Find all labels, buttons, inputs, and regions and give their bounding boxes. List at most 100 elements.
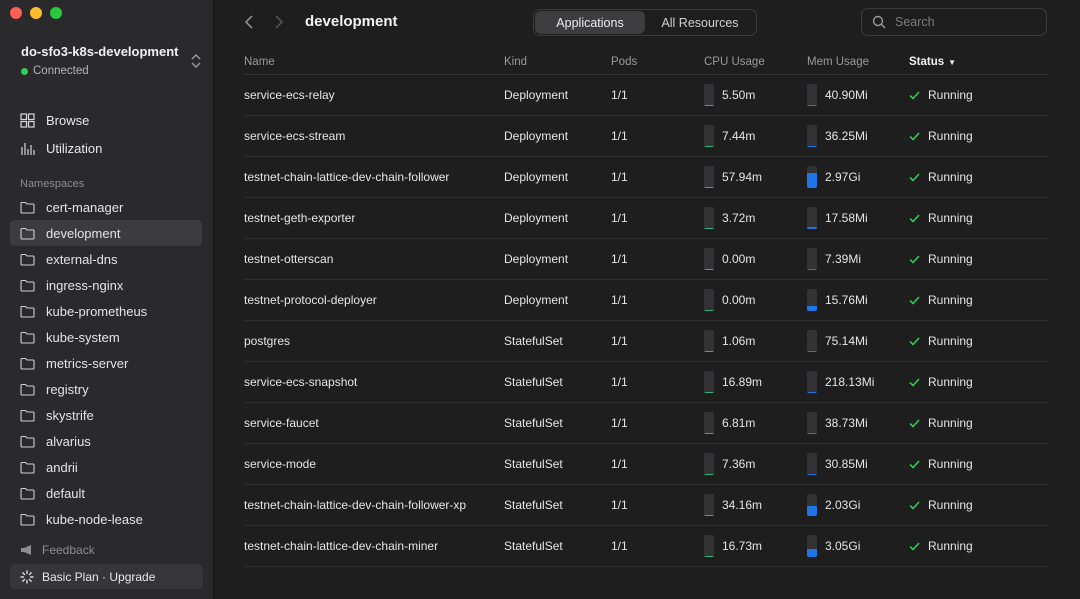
table-row[interactable]: testnet-chain-lattice-dev-chain-miner Sta… (244, 526, 1048, 567)
mem-usage-cell: 17.58Mi (807, 207, 909, 229)
mem-value: 3.05Gi (825, 539, 861, 553)
namespace-item-registry[interactable]: registry (10, 376, 202, 402)
app-name: testnet-geth-exporter (244, 211, 356, 225)
tab-all-resources[interactable]: All Resources (645, 11, 755, 34)
status-label: Running (928, 129, 973, 143)
minimize-window-button[interactable] (30, 7, 42, 19)
sidebar-item-browse[interactable]: Browse (20, 113, 89, 128)
namespace-item-kube-node-lease[interactable]: kube-node-lease (10, 506, 202, 532)
table-row[interactable]: testnet-chain-lattice-dev-chain-follower… (244, 485, 1048, 526)
namespace-item-metrics-server[interactable]: metrics-server (10, 350, 202, 376)
mem-value: 40.90Mi (825, 88, 868, 102)
cpu-usage-cell: 57.94m (704, 166, 807, 188)
status-label: Running (928, 498, 973, 512)
namespaces-header: Namespaces (20, 178, 85, 190)
column-header-kind[interactable]: Kind (504, 56, 611, 68)
app-name: testnet-protocol-deployer (244, 293, 377, 307)
mem-value: 2.03Gi (825, 498, 861, 512)
feedback-link[interactable]: Feedback (20, 543, 95, 557)
table-row[interactable]: postgres StatefulSet 1/1 1.06m 75.14Mi Runnin… (244, 321, 1048, 362)
cluster-selector[interactable]: do-sfo3-k8s-development Connected (21, 44, 206, 77)
cpu-meter-fill (704, 227, 714, 229)
column-header-status-label: Status (909, 56, 945, 68)
namespace-label: alvarius (46, 433, 91, 449)
mem-usage-cell: 3.05Gi (807, 535, 909, 557)
applications-table: Name Kind Pods CPU Usage Mem Usage Statu… (244, 50, 1048, 567)
mem-meter-fill (807, 432, 817, 434)
cpu-usage-cell: 0.00m (704, 248, 807, 270)
column-header-status[interactable]: Status ▼ (909, 56, 1048, 68)
table-row[interactable]: testnet-chain-lattice-dev-chain-follower… (244, 157, 1048, 198)
status-label: Running (928, 88, 973, 102)
mem-meter (807, 412, 817, 434)
zoom-window-button[interactable] (50, 7, 62, 19)
app-pods: 1/1 (611, 88, 628, 102)
namespace-item-cert-manager[interactable]: cert-manager (10, 194, 202, 220)
table-row[interactable]: service-faucet StatefulSet 1/1 6.81m 38.73Mi… (244, 403, 1048, 444)
column-header-name[interactable]: Name (244, 56, 504, 68)
folder-icon (20, 227, 35, 240)
namespace-item-default[interactable]: default (10, 480, 202, 506)
table-row[interactable]: testnet-otterscan Deployment 1/1 0.00m 7.39M… (244, 239, 1048, 280)
app-kind: StatefulSet (504, 334, 563, 348)
namespace-item-kube-system[interactable]: kube-system (10, 324, 202, 350)
table-row[interactable]: testnet-geth-exporter Deployment 1/1 3.72m 1… (244, 198, 1048, 239)
search-box[interactable] (861, 8, 1047, 36)
checkmark-icon (909, 295, 920, 305)
namespace-item-development[interactable]: development (10, 220, 202, 246)
folder-icon (20, 409, 35, 422)
table-row[interactable]: service-mode StatefulSet 1/1 7.36m 30.85Mi Ru… (244, 444, 1048, 485)
back-arrow-icon[interactable] (243, 14, 255, 30)
close-window-button[interactable] (10, 7, 22, 19)
table-row[interactable]: service-ecs-relay Deployment 1/1 5.50m 40.90… (244, 75, 1048, 116)
app-window: do-sfo3-k8s-development Connected Browse (0, 0, 1080, 599)
namespace-item-alvarius[interactable]: alvarius (10, 428, 202, 454)
mem-meter (807, 535, 817, 557)
mem-meter (807, 453, 817, 475)
table-row[interactable]: testnet-protocol-deployer Deployment 1/1 0.… (244, 280, 1048, 321)
search-input[interactable] (893, 14, 1037, 30)
namespace-item-skystrife[interactable]: skystrife (10, 402, 202, 428)
namespace-item-ingress-nginx[interactable]: ingress-nginx (10, 272, 202, 298)
namespace-item-kube-prometheus[interactable]: kube-prometheus (10, 298, 202, 324)
cpu-meter-fill (704, 473, 714, 475)
mem-meter (807, 289, 817, 311)
status-label: Running (928, 211, 973, 225)
column-header-cpu[interactable]: CPU Usage (704, 56, 807, 68)
plan-upgrade-button[interactable]: Basic Plan · Upgrade (10, 564, 203, 589)
sidebar-item-utilization[interactable]: Utilization (20, 141, 102, 156)
cpu-value: 57.94m (722, 170, 763, 184)
cpu-meter-fill (704, 555, 714, 557)
folder-icon (20, 513, 35, 526)
table-row[interactable]: service-ecs-snapshot StatefulSet 1/1 16.89m… (244, 362, 1048, 403)
column-header-pods[interactable]: Pods (611, 56, 704, 68)
namespace-item-external-dns[interactable]: external-dns (10, 246, 202, 272)
folder-icon (20, 253, 35, 266)
cpu-usage-cell: 1.06m (704, 330, 807, 352)
status-label: Running (928, 539, 973, 553)
cpu-usage-cell: 0.00m (704, 289, 807, 311)
app-pods: 1/1 (611, 211, 628, 225)
cpu-meter (704, 371, 714, 393)
forward-arrow-icon[interactable] (273, 14, 285, 30)
namespace-item-andrii[interactable]: andrii (10, 454, 202, 480)
chevron-up-down-icon[interactable] (189, 52, 203, 70)
table-body: service-ecs-relay Deployment 1/1 5.50m 40.90… (244, 75, 1048, 567)
app-pods: 1/1 (611, 252, 628, 266)
tab-applications[interactable]: Applications (535, 11, 645, 34)
cpu-value: 1.06m (722, 334, 756, 348)
table-row[interactable]: service-ecs-stream Deployment 1/1 7.44m 36.2… (244, 116, 1048, 157)
app-pods: 1/1 (611, 416, 628, 430)
app-kind: StatefulSet (504, 375, 563, 389)
status-label: Running (928, 416, 973, 430)
mem-usage-cell: 30.85Mi (807, 453, 909, 475)
column-header-mem[interactable]: Mem Usage (807, 56, 909, 68)
mem-meter-fill (807, 506, 817, 516)
app-name: testnet-chain-lattice-dev-chain-miner (244, 539, 439, 553)
cpu-usage-cell: 5.50m (704, 84, 807, 106)
app-kind: Deployment (504, 129, 569, 143)
app-pods: 1/1 (611, 498, 628, 512)
status-label: Running (928, 170, 973, 184)
status-label: Running (928, 457, 973, 471)
cpu-meter (704, 412, 714, 434)
